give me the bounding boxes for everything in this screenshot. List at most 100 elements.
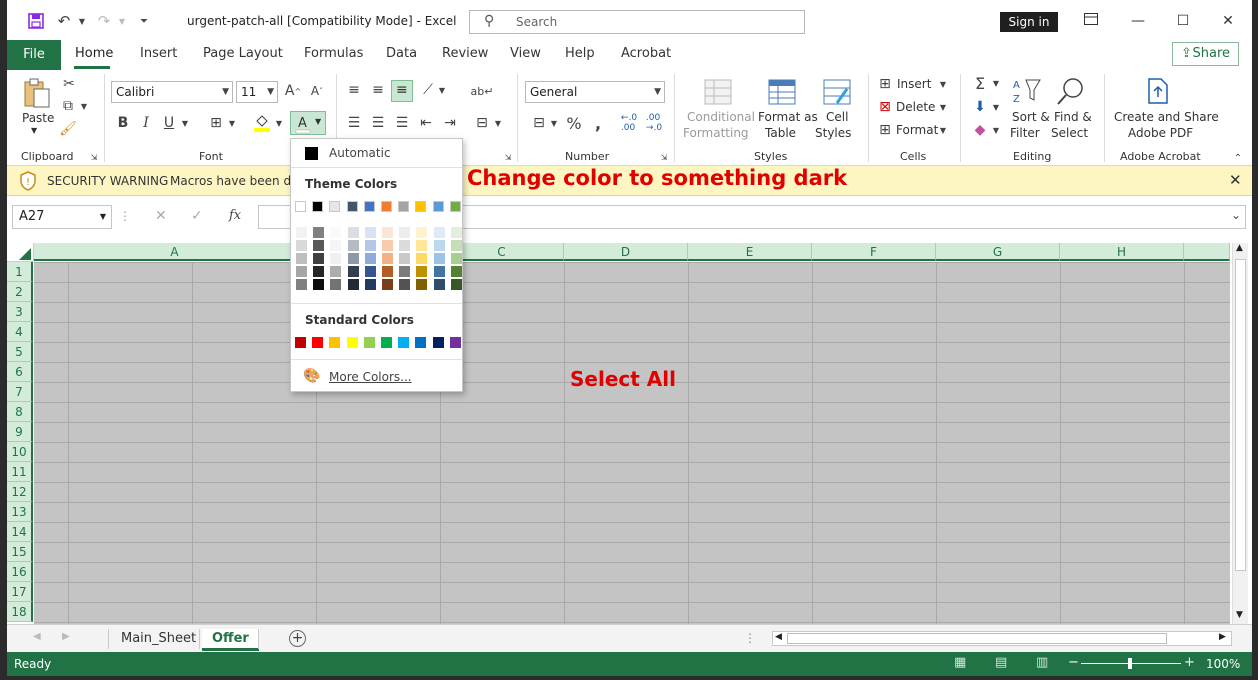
conditional-formatting-label-2[interactable]: Formatting [683,126,749,140]
scroll-right-icon[interactable]: ▶ [1219,632,1226,642]
zoom-out-icon[interactable]: − [1068,655,1079,670]
theme-tint-swatch[interactable] [416,253,428,264]
tab-review[interactable]: Review [442,46,488,61]
insert-dropdown-icon[interactable]: ▼ [938,77,948,91]
theme-tint-swatch[interactable] [450,253,462,264]
scroll-tabs-right-icon[interactable]: ▶ [62,631,70,642]
percent-style-icon[interactable]: % [565,114,583,133]
theme-tint-swatch[interactable] [347,227,359,238]
row-header[interactable]: 16 [7,562,33,582]
scroll-down-icon[interactable]: ▼ [1236,610,1243,620]
increase-font-size-icon[interactable]: A ^ [284,82,302,100]
find-select-label-2[interactable]: Select [1051,126,1088,140]
zoom-level[interactable]: 100% [1206,657,1240,671]
horizontal-scrollbar[interactable]: ◀ ▶ [772,631,1232,646]
theme-tint-swatch[interactable] [416,279,428,290]
cancel-icon[interactable]: ✕ [155,208,167,224]
save-icon[interactable] [27,12,45,30]
theme-tint-swatch[interactable] [433,279,445,290]
column-header[interactable] [1184,243,1230,261]
fill-icon[interactable]: ⬇ [971,98,989,116]
align-left-icon[interactable]: ☰ [345,114,363,132]
clear-icon[interactable]: ◆ [971,121,989,139]
undo-dropdown-icon[interactable]: ▼ [73,12,91,30]
theme-color-swatch[interactable] [449,201,461,212]
theme-tint-swatch[interactable] [433,253,445,264]
theme-tint-swatch[interactable] [347,240,359,251]
create-share-pdf-label-2[interactable]: Adobe PDF [1128,126,1193,140]
theme-tint-swatch[interactable] [364,253,376,264]
column-header[interactable]: G [936,243,1060,261]
number-launcher-icon[interactable]: ⇲ [659,152,669,162]
theme-tint-swatch[interactable] [313,266,325,277]
tab-data[interactable]: Data [386,46,417,61]
standard-color-swatch[interactable] [346,337,358,348]
decrease-font-size-icon[interactable]: Aˇ [308,82,326,100]
page-break-view-icon[interactable]: ▥ [1036,655,1048,670]
comma-style-icon[interactable]: , [591,114,605,133]
format-painter-icon[interactable]: 🖌 [59,121,77,137]
fill-dropdown-icon[interactable]: ▼ [991,100,1001,114]
scroll-up-icon[interactable]: ▲ [1236,243,1243,253]
format-as-table-label-1[interactable]: Format as [758,110,818,124]
vertical-scroll-thumb[interactable] [1235,259,1246,571]
decrease-indent-icon[interactable]: ⇤ [417,114,435,132]
vertical-scrollbar[interactable]: ▲ ▼ [1232,243,1248,626]
paste-icon[interactable] [21,76,53,110]
standard-color-swatch[interactable] [312,337,324,348]
row-header[interactable]: 17 [7,582,33,602]
merge-center-icon[interactable]: ⊟ [473,114,491,132]
row-header[interactable]: 8 [7,402,33,422]
decrease-decimal-icon[interactable]: .00 →.0 [644,113,664,133]
horizontal-scroll-thumb[interactable] [787,633,1167,644]
theme-color-swatch[interactable] [346,201,358,212]
zoom-in-icon[interactable]: + [1184,655,1195,670]
paste-dropdown-icon[interactable]: ▼ [31,126,37,135]
theme-tint-swatch[interactable] [399,279,411,290]
row-header[interactable]: 11 [7,462,33,482]
theme-tint-swatch[interactable] [313,240,325,251]
increase-decimal-icon[interactable]: ←.0.00 [619,113,639,133]
tab-insert[interactable]: Insert [140,46,177,61]
borders-icon[interactable]: ⊞ [207,114,225,132]
sign-in-button[interactable]: Sign in [1000,12,1058,32]
redo-dropdown-icon[interactable]: ▼ [113,12,131,30]
undo-icon[interactable]: ↶ [55,12,73,30]
theme-tint-swatch[interactable] [313,253,325,264]
standard-color-swatch[interactable] [398,337,410,348]
italic-icon[interactable]: I [138,114,154,132]
theme-tint-swatch[interactable] [416,227,428,238]
format-as-table-label-2[interactable]: Table [765,126,796,140]
standard-color-swatch[interactable] [295,337,306,348]
find-select-label-1[interactable]: Find & [1054,110,1092,124]
sheet-tab-main-sheet[interactable]: Main_Sheet [111,629,206,651]
font-size-select[interactable]: 11 ▼ [236,81,278,103]
scroll-left-icon[interactable]: ◀ [775,632,782,642]
insert-cells-icon[interactable]: ⊞ [877,76,893,92]
theme-tint-swatch[interactable] [330,253,342,264]
row-header[interactable]: 4 [7,322,33,342]
format-cells-icon[interactable]: ⊞ [877,122,893,138]
column-header[interactable]: A [34,243,316,261]
font-color-button[interactable]: A ▼ [290,111,326,135]
merge-dropdown-icon[interactable]: ▼ [493,114,503,132]
autosum-icon[interactable]: Σ [971,74,989,93]
theme-tint-swatch[interactable] [382,279,393,290]
sheet-tab-offer[interactable]: Offer [202,629,259,651]
row-header[interactable]: 7 [7,382,33,402]
standard-color-swatch[interactable] [415,337,427,348]
cell-styles-label-2[interactable]: Styles [815,126,851,140]
close-icon[interactable]: ✕ [1229,171,1242,189]
sort-filter-label-1[interactable]: Sort & [1012,110,1050,124]
row-header[interactable]: 14 [7,522,33,542]
copy-dropdown-icon[interactable]: ▼ [79,98,89,114]
row-header[interactable]: 13 [7,502,33,522]
theme-tint-swatch[interactable] [450,266,462,277]
row-header[interactable]: 10 [7,442,33,462]
align-center-icon[interactable]: ☰ [369,114,387,132]
standard-color-swatch[interactable] [449,337,461,348]
middle-align-icon[interactable]: ≡ [369,81,387,99]
delete-cells-button[interactable]: Delete [896,100,935,114]
borders-dropdown-icon[interactable]: ▼ [227,114,237,132]
standard-color-swatch[interactable] [363,337,375,348]
